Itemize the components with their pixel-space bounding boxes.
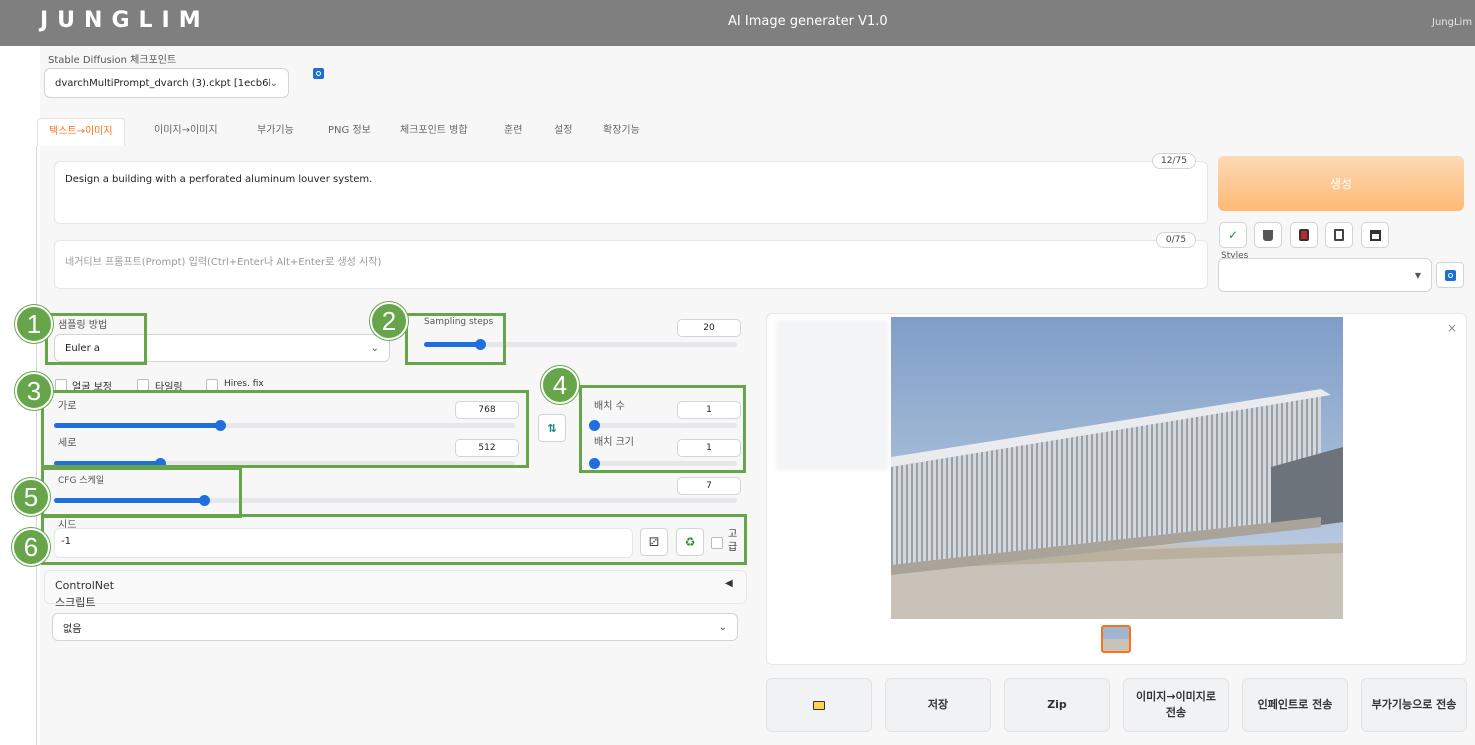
annotation-badge-5: 5 <box>12 478 50 516</box>
check-icon[interactable]: ✓ <box>1219 222 1247 248</box>
annotation-badge-6: 6 <box>12 528 50 566</box>
checkpoint-value: dvarchMultiPrompt_dvarch (3).ckpt [1ecb6… <box>55 77 270 89</box>
collapse-arrow-icon[interactable]: ◀ <box>725 578 733 589</box>
send-to-extras-button[interactable]: 부가기능으로 전송 <box>1361 678 1467 732</box>
left-divider <box>36 146 37 745</box>
cfg-scale-input[interactable]: 7 <box>677 477 741 495</box>
annotation-badge-1: 1 <box>15 305 53 343</box>
tab-checkpoint-merge[interactable]: 체크포인트 병합 <box>400 118 468 146</box>
annotation-badge-4: 4 <box>541 366 579 404</box>
tab-png-info[interactable]: PNG 정보 <box>328 118 371 146</box>
app-title: AI Image generater V1.0 <box>728 14 888 29</box>
negative-prompt-token-counter: 0/75 <box>1156 232 1196 248</box>
trash-icon[interactable] <box>1254 222 1282 248</box>
controlnet-label: ControlNet <box>55 579 115 592</box>
tab-train[interactable]: 훈련 <box>504 118 522 146</box>
chevron-down-icon: ⌄ <box>370 342 379 354</box>
prompt-token-counter: 12/75 <box>1152 153 1196 169</box>
building-illustration <box>891 317 1343 619</box>
save-image-button[interactable]: 저장 <box>885 678 991 732</box>
checkpoint-label: Stable Diffusion 체크포인트 <box>48 55 177 66</box>
gallery-blur-placeholder <box>776 320 888 470</box>
refresh-checkpoint-button[interactable] <box>313 68 326 81</box>
prompt-textarea[interactable]: Design a building with a perforated alum… <box>54 161 1208 224</box>
annotation-badge-2: 2 <box>370 302 408 340</box>
annotation-box-3 <box>41 390 529 468</box>
swap-icon: ⇅ <box>547 421 557 435</box>
annotation-box-2 <box>405 313 506 365</box>
clipboard-icon[interactable] <box>1325 222 1353 248</box>
annotation-badge-3: 3 <box>15 372 53 410</box>
hires-fix-label: Hires. fix <box>224 379 264 389</box>
script-select[interactable]: 없음 ⌄ <box>52 613 738 641</box>
generated-image[interactable] <box>891 317 1343 619</box>
annotation-box-4 <box>579 385 746 473</box>
tab-extras[interactable]: 부가기능 <box>257 118 294 146</box>
close-icon[interactable]: × <box>1447 321 1457 335</box>
generate-button[interactable]: 생성 <box>1218 156 1464 211</box>
controlnet-accordion[interactable] <box>44 570 747 604</box>
send-to-inpaint-button[interactable]: 인페인트로 전송 <box>1242 678 1348 732</box>
zip-button[interactable]: Zip <box>1004 678 1110 732</box>
red-card-icon[interactable] <box>1290 222 1318 248</box>
tab-txt2img[interactable]: 텍스트→이미지 <box>37 118 125 146</box>
tab-bar: 텍스트→이미지 이미지→이미지 부가기능 PNG 정보 체크포인트 병합 훈련 … <box>37 118 1475 146</box>
refresh-styles-button[interactable] <box>1436 262 1464 288</box>
user-name[interactable]: JungLim <box>1432 17 1472 28</box>
folder-icon <box>813 700 825 710</box>
swap-dimensions-button[interactable]: ⇅ <box>538 414 566 442</box>
negative-prompt-textarea[interactable]: 네거티브 프롬프트(Prompt) 입력(Ctrl+Enter나 Alt+Ent… <box>54 240 1208 289</box>
save-icon[interactable] <box>1361 222 1389 248</box>
tab-extensions[interactable]: 확장기능 <box>603 118 640 146</box>
script-label: 스크립트 <box>55 596 96 609</box>
chevron-down-icon: ⌄ <box>718 621 727 633</box>
annotation-box-6 <box>41 514 747 565</box>
styles-select[interactable]: ▼ <box>1218 258 1432 292</box>
script-value: 없음 <box>63 623 82 635</box>
chevron-down-icon: ⌄ <box>269 77 278 89</box>
refresh-icon <box>313 68 324 79</box>
tab-settings[interactable]: 설정 <box>554 118 572 146</box>
sampling-steps-input[interactable]: 20 <box>677 319 741 337</box>
send-to-img2img-button[interactable]: 이미지→이미지로 전송 <box>1123 678 1229 732</box>
caret-down-icon: ▼ <box>1414 270 1421 280</box>
tab-img2img[interactable]: 이미지→이미지 <box>154 118 218 146</box>
annotation-box-5 <box>41 467 242 518</box>
app-logo: JUNGLIM <box>40 8 210 33</box>
checkpoint-select[interactable]: dvarchMultiPrompt_dvarch (3).ckpt [1ecb6… <box>44 68 289 98</box>
refresh-icon <box>1444 269 1456 281</box>
gallery-thumbnail[interactable] <box>1101 625 1131 653</box>
annotation-box-1 <box>45 313 147 365</box>
open-folder-button[interactable] <box>766 678 872 732</box>
